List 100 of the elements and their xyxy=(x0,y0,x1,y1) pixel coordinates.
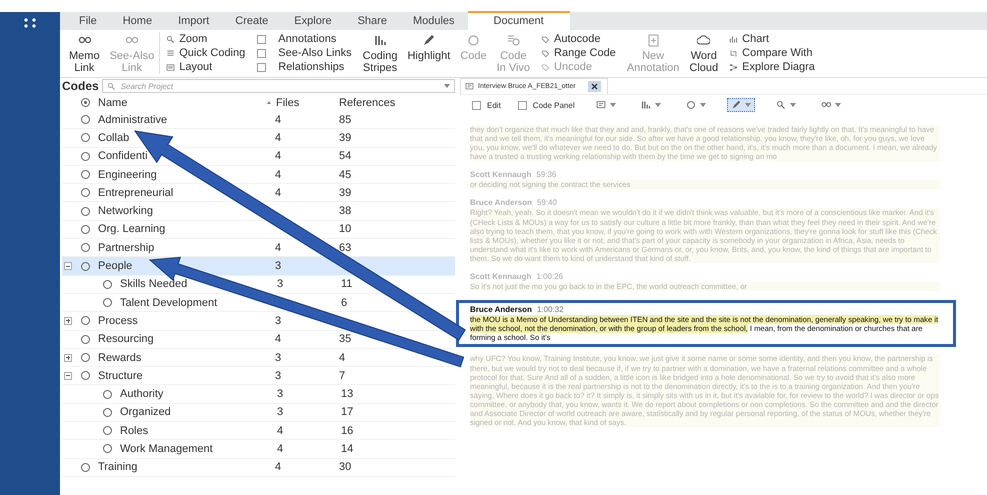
code-name[interactable]: Structure xyxy=(98,370,143,382)
search-icon xyxy=(166,34,176,44)
speaker-name: Bruce Anderson xyxy=(470,198,532,208)
compare-icon xyxy=(729,48,738,58)
menu-tab[interactable]: Document xyxy=(468,11,570,30)
caret-icon xyxy=(610,103,616,107)
files-count: 3 xyxy=(276,388,284,400)
code-name[interactable]: Collab xyxy=(98,132,130,144)
code-name[interactable]: Skills Needed xyxy=(120,278,188,290)
files-count: 4 xyxy=(274,333,282,346)
code-name[interactable]: Authority xyxy=(120,388,164,400)
ribbon-button[interactable]: Coding Stripes xyxy=(358,32,402,74)
references-count: 7 xyxy=(339,370,346,382)
ribbon-button[interactable]: Range Code xyxy=(541,46,616,60)
column-header[interactable]: References xyxy=(339,96,455,108)
code-name[interactable]: Engineering xyxy=(98,168,157,181)
checkbox-option[interactable]: See-Also Links xyxy=(257,46,352,60)
column-header[interactable]: Files xyxy=(267,96,339,108)
ribbon-button[interactable]: Highlight xyxy=(402,32,456,62)
pen-icon xyxy=(730,100,741,110)
checkbox-option[interactable]: Annotations xyxy=(257,32,352,46)
ribbon-button[interactable]: Compare With xyxy=(729,46,815,60)
collapse-icon[interactable] xyxy=(64,262,72,270)
checkbox-option[interactable]: Code Panel xyxy=(518,100,575,110)
code-name[interactable]: Rewards xyxy=(98,352,142,364)
ribbon-button[interactable]: Explore Diagra xyxy=(729,60,815,74)
menu-tab[interactable]: File xyxy=(66,14,110,30)
circle-icon xyxy=(80,170,90,180)
circle-icon xyxy=(80,133,90,142)
expand-icon[interactable] xyxy=(64,354,72,362)
document-plus-icon xyxy=(646,34,660,46)
caret-icon xyxy=(654,103,661,107)
references-count: 39 xyxy=(339,186,352,199)
close-icon[interactable] xyxy=(588,81,601,92)
cloud-icon xyxy=(697,34,710,46)
ribbon-button[interactable]: Autocode xyxy=(541,32,616,46)
references-count: 4 xyxy=(339,352,346,364)
circle-icon xyxy=(80,316,90,326)
chain-icon xyxy=(820,100,831,110)
menu-tab[interactable]: Modules xyxy=(400,14,468,30)
toolbar-dropdown[interactable] xyxy=(726,98,755,112)
references-count: 45 xyxy=(339,168,352,181)
references-count: 35 xyxy=(339,333,352,346)
code-name[interactable]: Training xyxy=(98,461,138,474)
checkbox-option[interactable]: Edit xyxy=(472,100,501,110)
ribbon-button[interactable]: Layout xyxy=(166,60,246,74)
menu-tab[interactable]: Home xyxy=(110,14,166,30)
lines-icon xyxy=(166,48,176,58)
code-name[interactable]: Talent Development xyxy=(120,296,218,309)
circle-icon xyxy=(80,462,90,472)
code-name[interactable]: Partnership xyxy=(98,242,154,254)
grid-icon[interactable] xyxy=(24,18,36,28)
timestamp: 59:36 xyxy=(536,170,556,180)
timestamp: 1:00:32 xyxy=(536,305,564,314)
bar-chart-icon xyxy=(729,34,738,44)
code-name[interactable]: Networking xyxy=(98,205,154,218)
search-field[interactable]: Search Project xyxy=(102,79,455,93)
circle-icon xyxy=(80,115,90,124)
note-icon xyxy=(465,82,474,91)
ribbon-button[interactable]: Word Cloud xyxy=(684,32,724,74)
select-all-icon[interactable] xyxy=(80,98,90,107)
files-count: 3 xyxy=(274,352,282,364)
code-name[interactable]: People xyxy=(98,260,132,272)
files-count: 4 xyxy=(274,114,282,126)
code-name[interactable]: Process xyxy=(98,314,138,327)
circle-icon xyxy=(80,243,90,252)
menu-tab[interactable]: Share xyxy=(344,14,400,30)
code-name[interactable]: Org. Learning xyxy=(98,223,166,236)
code-name[interactable]: Entrepreneurial xyxy=(98,186,174,199)
speaker-name: Bruce Anderson xyxy=(470,305,532,314)
references-count: 6 xyxy=(341,296,348,309)
menu-tab[interactable]: Explore xyxy=(281,14,345,30)
code-name[interactable]: Organized xyxy=(120,406,171,418)
files-count: 3 xyxy=(274,260,282,272)
code-name[interactable]: Work Management xyxy=(120,442,213,455)
circle-icon xyxy=(80,188,90,198)
references-count: 30 xyxy=(339,461,352,474)
files-count: 3 xyxy=(274,314,282,327)
menu-tab[interactable]: Create xyxy=(222,14,282,30)
speaker-name: Scott Kennaugh xyxy=(470,272,532,282)
ribbon-button[interactable]: Memo Link xyxy=(64,32,105,74)
checkbox-option[interactable]: Relationships xyxy=(257,60,352,74)
collapse-icon[interactable] xyxy=(64,372,72,380)
references-count: 16 xyxy=(341,424,354,437)
circle-icon xyxy=(103,408,112,417)
expand-icon[interactable] xyxy=(64,316,72,325)
ribbon-button[interactable]: Chart xyxy=(729,32,815,46)
timestamp: 1:00:26 xyxy=(536,272,564,282)
column-header[interactable]: Name xyxy=(96,96,267,108)
ribbon-button[interactable]: Quick Coding xyxy=(166,46,246,60)
code-name[interactable]: Resourcing xyxy=(98,333,154,346)
files-count: 4 xyxy=(276,424,284,437)
code-name[interactable]: Roles xyxy=(120,424,148,437)
menu-tab[interactable]: Import xyxy=(165,14,222,30)
code-name[interactable]: Confidenti xyxy=(98,150,148,162)
circle-icon xyxy=(80,334,90,344)
coding-stripes-icon xyxy=(374,34,387,46)
code-name[interactable]: Administrative xyxy=(98,114,168,126)
search-icon xyxy=(776,100,786,110)
ribbon-button[interactable]: Zoom xyxy=(166,32,246,46)
